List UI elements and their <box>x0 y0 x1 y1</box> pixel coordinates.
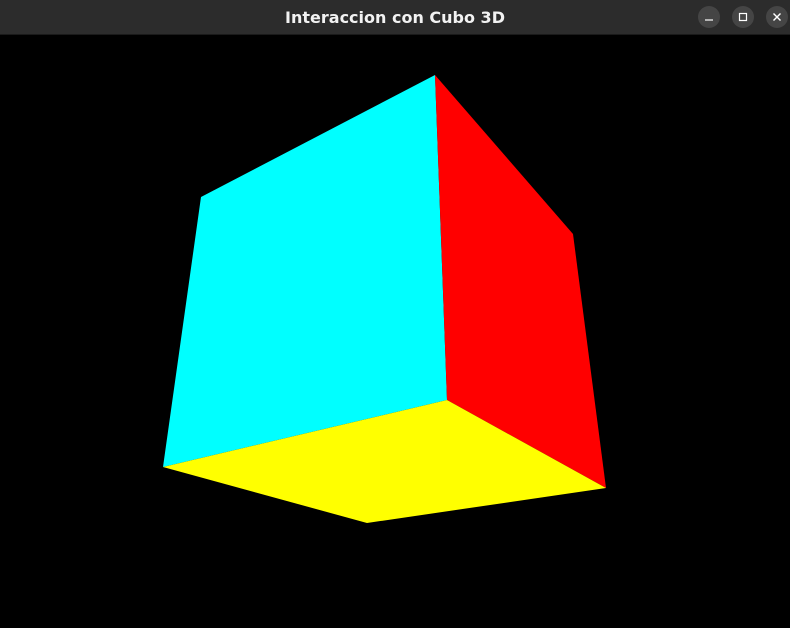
title-bar[interactable]: Interaccion con Cubo 3D <box>0 0 790 35</box>
maximize-icon <box>738 12 748 22</box>
maximize-button[interactable] <box>732 6 754 28</box>
cube-scene <box>163 75 606 523</box>
window-title: Interaccion con Cubo 3D <box>285 8 505 27</box>
close-icon <box>773 13 781 21</box>
render-canvas[interactable] <box>0 35 790 628</box>
cube-face-front[interactable] <box>163 75 447 467</box>
minimize-icon <box>705 19 713 21</box>
app-window: Interaccion con Cubo 3D <box>0 0 790 628</box>
close-button[interactable] <box>766 6 788 28</box>
minimize-button[interactable] <box>698 6 720 28</box>
